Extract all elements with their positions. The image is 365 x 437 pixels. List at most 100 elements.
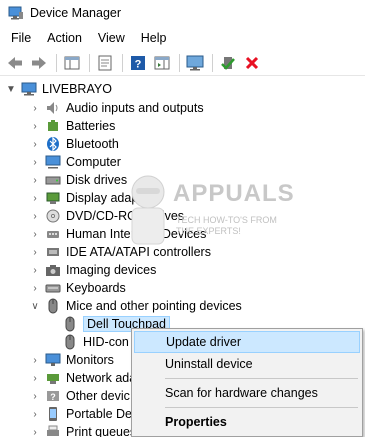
expand-chevron-icon[interactable]: › (30, 351, 40, 369)
expand-chevron-icon[interactable]: › (30, 261, 40, 279)
monitor-icon[interactable] (184, 52, 206, 74)
tree-item-other[interactable]: › ? Other devic (30, 387, 130, 405)
expand-chevron-icon[interactable]: › (30, 243, 40, 261)
toolbar: ? (0, 50, 365, 76)
tree-item-label: Other devic (66, 389, 130, 403)
tree-item-disk-drives[interactable]: › Disk drives (30, 171, 127, 189)
tree-item-hid[interactable]: › Human Interface Devices (30, 225, 206, 243)
tree-root[interactable]: ▼ LIVEBRAYO (6, 80, 112, 98)
tree-item-bluetooth[interactable]: › Bluetooth (30, 135, 119, 153)
tree-item-label: Portable Dev (66, 407, 139, 421)
bluetooth-icon (45, 136, 61, 152)
action-pane-icon[interactable] (151, 52, 173, 74)
tree-item-label: Print queues (66, 425, 137, 437)
svg-text:?: ? (135, 58, 142, 70)
display-adapter-icon (45, 190, 61, 206)
camera-icon (45, 262, 61, 278)
tree-item-dvd[interactable]: › DVD/CD-ROM drives (30, 207, 184, 225)
tree-item-label: Network ada (66, 371, 137, 385)
collapse-chevron-icon[interactable]: ▼ (6, 80, 16, 98)
toolbar-separator (56, 53, 57, 72)
toolbar-separator (212, 53, 213, 72)
expand-chevron-icon[interactable]: › (30, 153, 40, 171)
tree-item-computer[interactable]: › Computer (30, 153, 121, 171)
menu-file[interactable]: File (0, 31, 39, 45)
tree-item-hid-con[interactable]: HID-con (62, 333, 129, 351)
show-hide-console-tree-icon[interactable] (61, 52, 83, 74)
network-adapter-icon (45, 370, 61, 386)
expand-chevron-icon[interactable]: › (30, 369, 40, 387)
context-menu: Update driver Uninstall device Scan for … (131, 328, 363, 437)
collapse-chevron-icon[interactable]: ∨ (30, 297, 40, 315)
tree-item-batteries[interactable]: › Batteries (30, 117, 115, 135)
expand-chevron-icon[interactable]: › (30, 171, 40, 189)
forward-icon[interactable] (28, 52, 50, 74)
tree-item-label: Disk drives (66, 173, 128, 187)
expand-chevron-icon[interactable]: › (30, 387, 40, 405)
tree-item-label: Imaging devices (66, 263, 157, 277)
expand-chevron-icon[interactable]: › (30, 405, 40, 423)
tree-item-label: Keyboards (66, 281, 126, 295)
expand-chevron-icon[interactable]: › (30, 99, 40, 117)
battery-icon (45, 118, 61, 134)
device-manager-icon (8, 6, 24, 20)
tree-item-portable[interactable]: › Portable Dev (30, 405, 138, 423)
scan-hardware-menu-item[interactable]: Scan for hardware changes (134, 382, 360, 404)
root-label: LIVEBRAYO (42, 82, 112, 96)
expand-chevron-icon[interactable]: › (30, 423, 40, 437)
monitor-icon (45, 352, 61, 368)
mouse-icon (45, 298, 61, 314)
tree-item-label: Monitors (66, 353, 114, 367)
tree-item-audio[interactable]: › Audio inputs and outputs (30, 99, 203, 117)
tree-item-label: Human Interface Devices (66, 227, 207, 241)
context-menu-separator (165, 407, 358, 408)
toolbar-separator (122, 53, 123, 72)
expand-chevron-icon[interactable]: › (30, 225, 40, 243)
tree-item-network[interactable]: › Network ada (30, 369, 136, 387)
menu-bar: File Action View Help (0, 28, 365, 48)
tree-item-label: DVD/CD-ROM drives (66, 209, 185, 223)
tree-item-display-adapters[interactable]: › Display adapters (30, 189, 159, 207)
printer-icon (45, 424, 61, 437)
expand-chevron-icon[interactable]: › (30, 135, 40, 153)
tree-item-label: Computer (66, 155, 121, 169)
back-icon[interactable] (4, 52, 26, 74)
title-bar: Device Manager (0, 0, 365, 26)
tree-item-label: HID-con (83, 335, 129, 349)
uninstall-device-menu-item[interactable]: Uninstall device (134, 353, 360, 375)
tree-item-ide[interactable]: › IDE ATA/ATAPI controllers (30, 243, 211, 261)
portable-device-icon (45, 406, 61, 422)
menu-action[interactable]: Action (39, 31, 90, 45)
update-driver-menu-item[interactable]: Update driver (134, 331, 360, 353)
menu-view[interactable]: View (90, 31, 133, 45)
tree-item-label: Mice and other pointing devices (66, 299, 242, 313)
expand-chevron-icon[interactable]: › (30, 117, 40, 135)
tree-item-keyboards[interactable]: › Keyboards (30, 279, 126, 297)
computer-icon (45, 154, 61, 170)
speaker-icon (45, 100, 61, 116)
tree-item-imaging[interactable]: › Imaging devices (30, 261, 156, 279)
unknown-device-icon: ? (45, 388, 61, 404)
ide-controller-icon (45, 244, 61, 260)
uninstall-device-icon[interactable] (241, 52, 263, 74)
toolbar-separator (89, 53, 90, 72)
properties-icon[interactable] (94, 52, 116, 74)
help-icon[interactable]: ? (127, 52, 149, 74)
tree-item-label: Batteries (66, 119, 116, 133)
svg-text:?: ? (50, 392, 56, 402)
tree-item-label: Bluetooth (66, 137, 119, 151)
expand-chevron-icon[interactable]: › (30, 207, 40, 225)
mouse-icon (62, 334, 78, 350)
menu-help[interactable]: Help (133, 31, 175, 45)
tree-item-monitors[interactable]: › Monitors (30, 351, 114, 369)
computer-icon (21, 81, 37, 97)
keyboard-icon (45, 280, 61, 296)
expand-chevron-icon[interactable]: › (30, 279, 40, 297)
tree-item-print-queues[interactable]: › Print queues (30, 423, 136, 437)
expand-chevron-icon[interactable]: › (30, 189, 40, 207)
properties-menu-item[interactable]: Properties (134, 411, 360, 433)
enable-device-icon[interactable] (217, 52, 239, 74)
tree-item-mice[interactable]: ∨ Mice and other pointing devices (30, 297, 242, 315)
disk-drive-icon (45, 172, 61, 188)
tree-item-label: Display adapters (66, 191, 160, 205)
